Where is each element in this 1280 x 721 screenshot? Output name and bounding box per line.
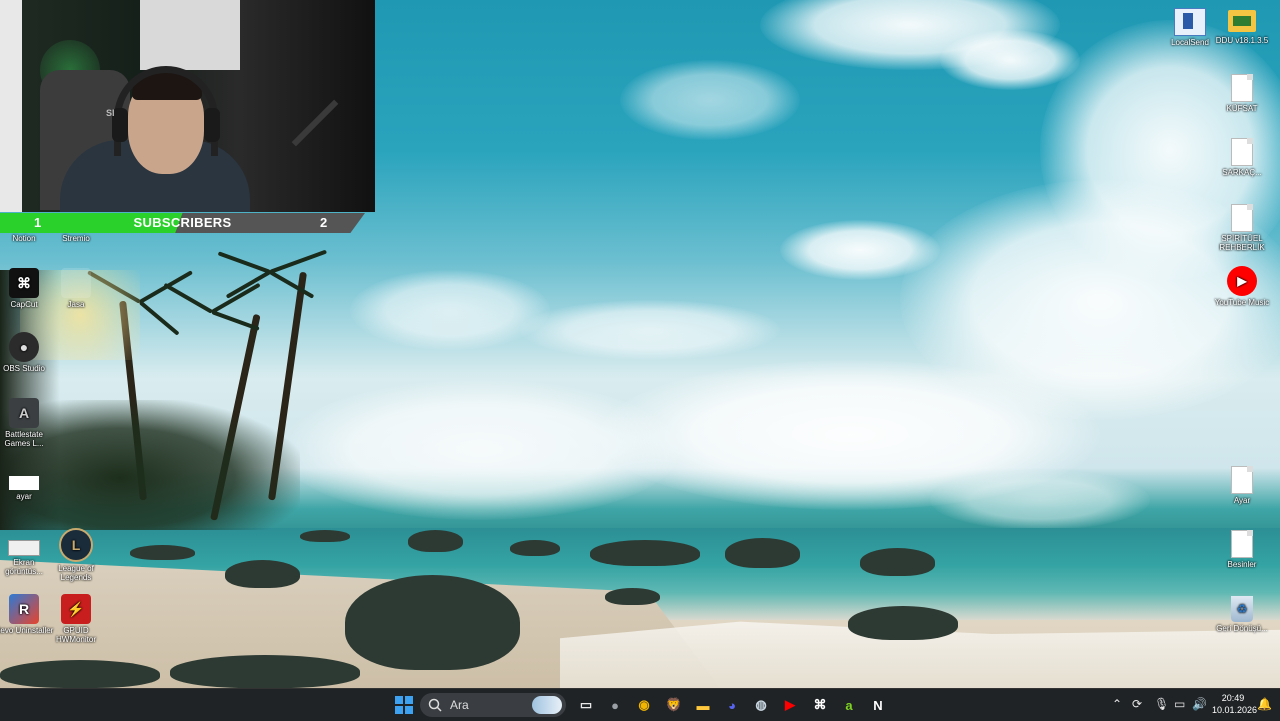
desktop-icon-youtube-music[interactable]: ▶ YouTube Music [1212, 266, 1272, 307]
file-explorer-icon: ▬ [696, 697, 710, 713]
taskbar: Ara ▭ ● ◉ 🦁 ▬ ◕ ◍ ▶ ⌘ a N ⌃ ⟳ 🎙 ▭ 🔊 20:49 10.01.20… [0, 688, 1280, 721]
document-icon [9, 476, 39, 490]
desktop-icon-battlestate[interactable]: A Battlestate Games L... [0, 398, 54, 448]
subscribers-label: SUBSCRIBERS [133, 215, 232, 230]
desktop-icon-jasa[interactable]: Jasa [46, 268, 106, 309]
taskbar-search-input[interactable]: Ara [420, 693, 566, 717]
start-button[interactable] [392, 693, 416, 717]
desktop-icon-obs-studio[interactable]: ● OBS Studio [0, 332, 54, 373]
app-icon [61, 268, 91, 298]
desktop-icon-label: YouTube Music [1214, 298, 1270, 307]
document-icon [1231, 530, 1253, 558]
capcut-icon: ⌘ [813, 697, 827, 712]
desktop-icon-recycle-bin[interactable]: ♻ Geri Dönüşü... [1212, 596, 1272, 633]
youtube-music-icon: ▶ [785, 697, 795, 712]
battlestate-icon: A [9, 398, 39, 428]
document-icon [1231, 204, 1253, 232]
desktop-icon-label: SPİRİTÜEL REHBERLİK [1219, 234, 1265, 252]
desktop-icon-kufsat[interactable]: KÜFSAT [1212, 74, 1272, 113]
network-icon[interactable]: ▭ [1174, 697, 1185, 711]
desktop-icon-besinler[interactable]: Besinler [1212, 530, 1272, 569]
desktop-icon-label: Stremio [62, 234, 90, 243]
desktop-icon-ayar-right[interactable]: Ayar [1212, 466, 1272, 505]
screenshot-icon [8, 540, 40, 556]
green-app-icon: a [845, 697, 853, 713]
clock-time: 20:49 [1221, 693, 1245, 703]
localsend-icon [1174, 8, 1206, 36]
desktop-icon-label: ayar [16, 492, 32, 501]
webcam-overlay: SI [0, 0, 375, 212]
taskbar-file-explorer-button[interactable]: ▬ [691, 693, 715, 717]
taskbar-notion-button[interactable]: N [866, 693, 890, 717]
desktop-icon-label: CapCut [10, 300, 38, 309]
folder-icon [1228, 10, 1256, 32]
recycle-bin-icon: ♻ [1231, 596, 1253, 622]
desktop-icon-hwmonitor[interactable]: ⚡ GPUID HWMonitor [46, 594, 106, 644]
taskbar-task-view-button[interactable]: ▭ [574, 693, 598, 717]
desktop-icon-label: League of Legends [58, 564, 94, 582]
desktop-icon-label: Ayar [1233, 496, 1251, 505]
subscriber-count: 1 [34, 215, 42, 230]
desktop-icon-label: KÜFSAT [1226, 104, 1258, 113]
desktop-icon-label: GPUID HWMonitor [55, 626, 96, 644]
desktop-icon-label: Notion [12, 234, 36, 243]
desktop-icon-localsend[interactable]: LocalSend [1160, 8, 1220, 47]
revo-icon: R [9, 594, 39, 624]
desktop-icon-spirituel[interactable]: SPİRİTÜEL REHBERLİK [1212, 204, 1272, 252]
desktop-icon-label: Ekran görüntüs... [5, 558, 43, 576]
chevron-up-icon[interactable]: ⌃ [1112, 697, 1122, 711]
capcut-icon: ⌘ [9, 268, 39, 298]
steam-icon: ◍ [755, 697, 767, 712]
taskbar-youtube-music-button[interactable]: ▶ [778, 693, 802, 717]
windows-icon [395, 696, 413, 714]
desktop-icon-label: Jasa [67, 300, 85, 309]
search-highlight-icon [532, 696, 562, 714]
search-placeholder: Ara [450, 698, 469, 712]
desktop-icon-label: Besinler [1227, 560, 1257, 569]
desktop-icon-label: OBS Studio [3, 364, 45, 373]
desktop-icon-league[interactable]: L League of Legends [46, 528, 106, 582]
document-icon [1231, 138, 1253, 166]
taskbar-green-app-button[interactable]: a [837, 693, 861, 717]
notion-icon: N [873, 697, 883, 713]
desktop-icon-ddu[interactable]: DDU v18.1.3.5 [1212, 8, 1272, 45]
hwmonitor-icon: ⚡ [61, 594, 91, 624]
volume-icon[interactable]: 🔊 [1192, 697, 1207, 711]
brave-icon: 🦁 [665, 697, 683, 712]
taskbar-capcut-button[interactable]: ⌘ [808, 693, 832, 717]
taskbar-chrome-button[interactable]: ◉ [632, 693, 656, 717]
taskbar-discord-button[interactable]: ◕ [720, 693, 744, 717]
desktop-icon-stremio[interactable]: Stremio [46, 234, 106, 243]
clock[interactable]: 20:49 10.01.2026 [1212, 692, 1258, 716]
sync-icon[interactable]: ⟳ [1132, 697, 1142, 711]
webcam-shirt-text: SI [106, 108, 115, 118]
taskbar-steam-button[interactable]: ◍ [749, 693, 773, 717]
desktop-icon-label: SARKAÇ... [1222, 168, 1262, 177]
league-icon: L [59, 528, 93, 562]
desktop-icon-label: Battlestate Games L... [4, 430, 44, 448]
notification-bell-icon[interactable]: 🔔 [1257, 697, 1272, 711]
desktop-icon-sarkac[interactable]: SARKAÇ... [1212, 138, 1272, 177]
obs-icon: ● [9, 332, 39, 362]
clock-date: 10.01.2026 [1212, 705, 1258, 715]
task-view-icon: ▭ [579, 697, 593, 712]
subscriber-goal: 2 [320, 215, 328, 230]
desktop-icon-label: LocalSend [1171, 38, 1209, 47]
taskbar-brave-button[interactable]: 🦁 [662, 693, 686, 717]
document-icon [1231, 74, 1253, 102]
subscriber-goal-bar: SUBSCRIBERS 1 2 [0, 213, 365, 233]
taskbar-obs-button[interactable]: ● [603, 693, 627, 717]
document-icon [1231, 466, 1253, 494]
youtube-music-icon: ▶ [1227, 266, 1257, 296]
obs-icon: ● [611, 697, 619, 713]
desktop-icon-label: Geri Dönüşü... [1216, 624, 1268, 633]
discord-icon: ◕ [728, 697, 736, 713]
chrome-icon: ◉ [638, 697, 650, 712]
desktop-icon-ayar[interactable]: ayar [0, 476, 54, 501]
microphone-icon[interactable]: 🎙 [1154, 697, 1169, 711]
search-icon [428, 698, 442, 712]
desktop-icon-label: DDU v18.1.3.5 [1215, 36, 1269, 45]
